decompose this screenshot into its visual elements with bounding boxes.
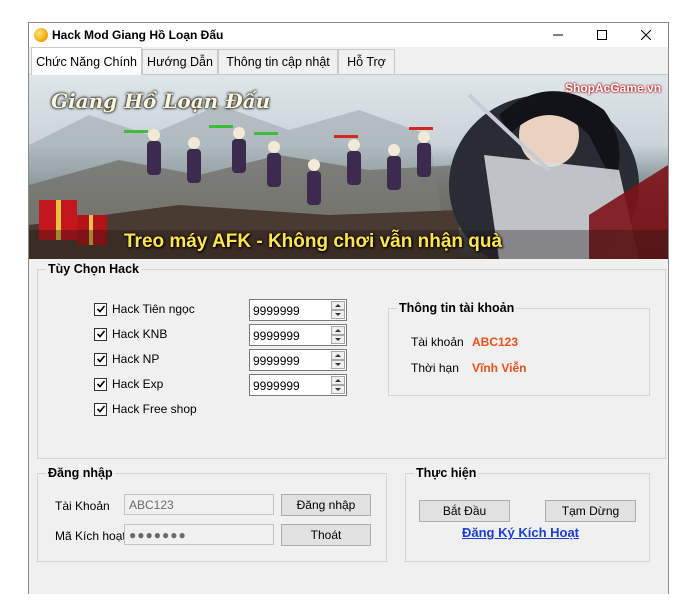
check-icon (96, 380, 105, 388)
arrow-up-icon (335, 304, 341, 307)
checkbox-label: Hack KNB (112, 327, 168, 341)
tab-guide[interactable]: Hướng Dẫn (142, 49, 218, 74)
tab-support[interactable]: Hỗ Trợ (338, 49, 395, 74)
banner-slogan: Treo máy AFK - Không chơi vẫn nhận quà (124, 231, 503, 252)
arrow-down-icon (335, 338, 341, 341)
title-bar[interactable]: Hack Mod Giang Hồ Loạn Đấu (29, 23, 668, 47)
checkbox-label: Hack Exp (112, 377, 164, 391)
checkbox-hack-free-shop[interactable]: Hack Free shop (94, 402, 197, 416)
check-icon (96, 305, 105, 313)
stepper-value[interactable]: 9999999 (253, 329, 300, 343)
check-icon (96, 330, 105, 338)
stepper-value[interactable]: 9999999 (253, 354, 300, 368)
arrow-down-icon (335, 363, 341, 366)
execute-title: Thực hiện (414, 466, 479, 480)
stepper-down-button[interactable] (331, 360, 345, 369)
register-activation-link[interactable]: Đăng Ký Kích Hoạt (462, 525, 579, 540)
activation-code-input[interactable]: ●●●●●●● (124, 524, 274, 545)
checkbox-box[interactable] (94, 402, 107, 416)
activation-code-label: Mã Kích hoạt (55, 529, 126, 543)
stepper-down-button[interactable] (331, 385, 345, 394)
check-icon (96, 405, 105, 413)
stepper-up-button[interactable] (331, 376, 345, 385)
close-icon (641, 30, 651, 40)
arrow-up-icon (335, 354, 341, 357)
stepper-down-button[interactable] (331, 335, 345, 344)
account-label: Tài khoản (411, 335, 464, 349)
execute-group: Thực hiện Bắt Đầu Tạm Dừng Đăng Ký Kích … (405, 466, 650, 562)
banner-watermark: ShopAcGame.vn (565, 81, 662, 95)
tien-ngoc-stepper[interactable]: 9999999 (249, 299, 347, 321)
minimize-button[interactable] (536, 23, 580, 47)
arrow-down-icon (335, 388, 341, 391)
checkbox-hack-exp[interactable]: Hack Exp (94, 377, 163, 391)
account-value: ABC123 (472, 335, 519, 349)
tab-update-info[interactable]: Thông tin cập nhật (218, 49, 338, 74)
checkbox-label: Hack Free shop (112, 402, 197, 416)
checkbox-label: Hack NP (112, 352, 160, 366)
checkbox-box[interactable] (94, 302, 107, 316)
exit-button[interactable]: Thoát (281, 524, 371, 546)
checkbox-box[interactable] (94, 327, 107, 341)
check-icon (96, 355, 105, 363)
account-info-group: Thông tin tài khoản Tài khoản ABC123 Thờ… (388, 301, 650, 396)
arrow-down-icon (335, 313, 341, 316)
term-label: Thời hạn (411, 361, 459, 375)
np-stepper[interactable]: 9999999 (249, 349, 347, 371)
tab-main-functions[interactable]: Chức Năng Chính (31, 47, 142, 75)
hack-options-group: Tùy Chọn Hack Hack Tiên ngọc Hack KNB Ha… (37, 262, 666, 459)
checkbox-box[interactable] (94, 377, 107, 391)
knb-stepper[interactable]: 9999999 (249, 324, 347, 346)
checkbox-hack-np[interactable]: Hack NP (94, 352, 159, 366)
maximize-button[interactable] (580, 23, 624, 47)
pause-button[interactable]: Tạm Dừng (545, 500, 636, 522)
login-title: Đăng nhập (46, 466, 115, 480)
window-title: Hack Mod Giang Hồ Loạn Đấu (52, 28, 224, 42)
login-account-input[interactable]: ABC123 (124, 494, 274, 515)
checkbox-hack-tien-ngoc[interactable]: Hack Tiên ngọc (94, 302, 195, 316)
maximize-icon (597, 30, 607, 40)
arrow-up-icon (335, 329, 341, 332)
login-button[interactable]: Đăng nhập (281, 494, 371, 516)
exp-stepper[interactable]: 9999999 (249, 374, 347, 396)
game-banner: Giang Hồ Loạn Đấu ShopAcGame.vn Treo máy… (29, 75, 668, 259)
close-button[interactable] (624, 23, 668, 47)
banner-logo: Giang Hồ Loạn Đấu (51, 89, 271, 113)
login-account-label: Tài Khoản (55, 499, 110, 513)
app-coin-icon (34, 28, 48, 42)
checkbox-label: Hack Tiên ngọc (112, 302, 195, 316)
stepper-up-button[interactable] (331, 301, 345, 310)
checkbox-box[interactable] (94, 352, 107, 366)
minimize-icon (553, 34, 563, 36)
term-value: Vĩnh Viễn (472, 361, 527, 375)
stepper-up-button[interactable] (331, 326, 345, 335)
tab-panel-main: Giang Hồ Loạn Đấu ShopAcGame.vn Treo máy… (29, 74, 668, 594)
start-button[interactable]: Bắt Đầu (419, 500, 510, 522)
stepper-value[interactable]: 9999999 (253, 379, 300, 393)
hack-options-title: Tùy Chọn Hack (46, 262, 141, 276)
tab-strip: Chức Năng Chính Hướng Dẫn Thông tin cập … (29, 47, 668, 75)
arrow-up-icon (335, 379, 341, 382)
login-group: Đăng nhập Tài Khoản ABC123 Đăng nhập Mã … (37, 466, 387, 562)
checkbox-hack-knb[interactable]: Hack KNB (94, 327, 167, 341)
account-info-title: Thông tin tài khoản (397, 301, 517, 315)
app-window: Hack Mod Giang Hồ Loạn Đấu Chức Năng Chí… (28, 22, 669, 594)
stepper-down-button[interactable] (331, 310, 345, 319)
stepper-value[interactable]: 9999999 (253, 304, 300, 318)
stepper-up-button[interactable] (331, 351, 345, 360)
